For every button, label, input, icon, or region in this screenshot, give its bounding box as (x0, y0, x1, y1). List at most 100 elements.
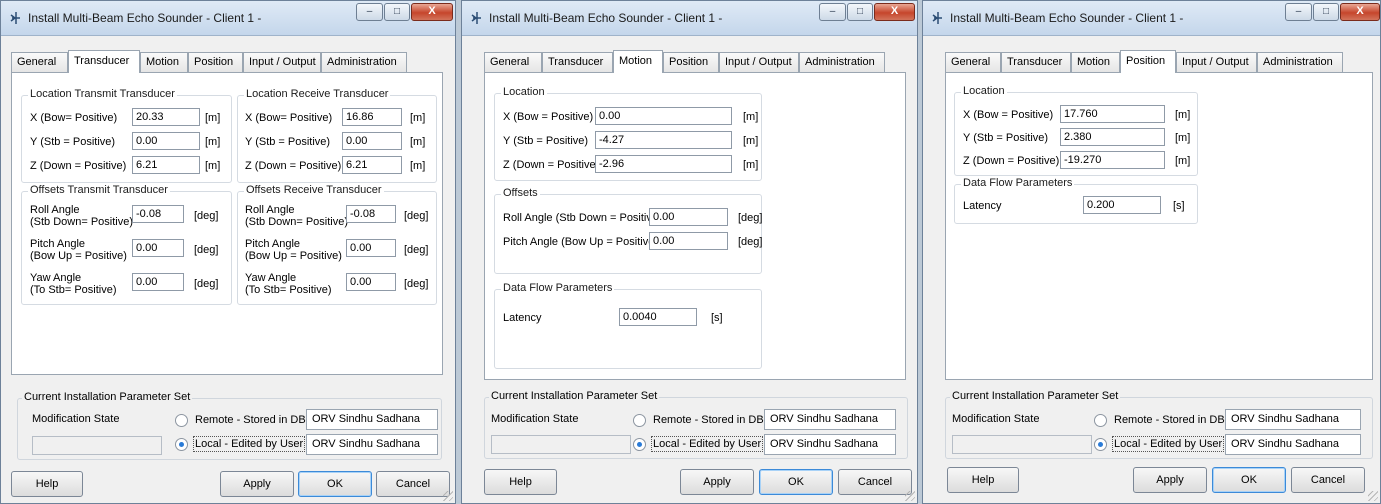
local-radio[interactable] (633, 438, 646, 451)
rx-roll-input[interactable] (346, 205, 396, 223)
tab-motion[interactable]: Motion (613, 50, 663, 73)
tab-administration[interactable]: Administration (1257, 52, 1343, 72)
local-radio-label[interactable]: Local - Edited by User (1111, 436, 1225, 452)
tx-x-input[interactable] (132, 108, 200, 126)
maximize-button[interactable]: □ (847, 3, 873, 21)
motion-roll-input[interactable] (649, 208, 728, 226)
motion-y-input[interactable] (595, 131, 732, 149)
close-button[interactable]: X (1340, 3, 1380, 21)
apply-button[interactable]: Apply (680, 469, 754, 495)
close-button[interactable]: X (411, 3, 453, 21)
location-group: Location X (Bow = Positive) [m] Y (Stb =… (954, 85, 1198, 176)
close-button[interactable]: X (874, 3, 915, 21)
pitch-label: Pitch Angle (245, 238, 301, 250)
apply-button[interactable]: Apply (1133, 467, 1207, 493)
tab-position[interactable]: Position (1120, 50, 1176, 73)
group-title: Current Installation Parameter Set (950, 390, 1121, 402)
tab-general[interactable]: General (945, 52, 1001, 72)
remote-radio[interactable] (633, 414, 646, 427)
tab-transducer[interactable]: Transducer (68, 50, 140, 73)
tab-input-output[interactable]: Input / Output (719, 52, 799, 72)
local-radio[interactable] (175, 438, 188, 451)
unit-label: [deg] (404, 210, 429, 222)
minimize-button[interactable]: – (1285, 3, 1312, 21)
ok-button[interactable]: OK (1212, 467, 1286, 493)
position-y-input[interactable] (1060, 128, 1165, 146)
modification-state-label: Modification State (491, 413, 579, 425)
rx-y-input[interactable] (342, 132, 402, 150)
resize-grip[interactable] (1368, 491, 1378, 501)
tab-transducer[interactable]: Transducer (1001, 52, 1071, 72)
roll-label: Roll Angle (245, 204, 295, 216)
window-title: Install Multi-Beam Echo Sounder - Client… (950, 11, 1184, 25)
rx-x-input[interactable] (342, 108, 402, 126)
unit-label: [deg] (738, 236, 763, 248)
unit-label: [m] (205, 160, 221, 172)
minimize-button[interactable]: – (356, 3, 383, 21)
position-latency-input[interactable] (1083, 196, 1161, 214)
cancel-button[interactable]: Cancel (1291, 467, 1365, 493)
install-dialog-position: Install Multi-Beam Echo Sounder - Client… (922, 0, 1381, 504)
position-x-input[interactable] (1060, 105, 1165, 123)
motion-z-input[interactable] (595, 155, 732, 173)
title-bar[interactable]: Install Multi-Beam Echo Sounder - Client… (462, 1, 917, 36)
tab-input-output[interactable]: Input / Output (243, 52, 321, 72)
tab-input-output[interactable]: Input / Output (1176, 52, 1257, 72)
maximize-button[interactable]: □ (384, 3, 410, 21)
maximize-button[interactable]: □ (1313, 3, 1339, 21)
help-button[interactable]: Help (484, 469, 557, 495)
tab-position[interactable]: Position (663, 52, 719, 72)
minimize-button[interactable]: – (819, 3, 846, 21)
motion-latency-input[interactable] (619, 308, 697, 326)
tx-z-input[interactable] (132, 156, 200, 174)
tx-roll-input[interactable] (132, 205, 184, 223)
y-label: Y (Stb = Positive) (503, 135, 589, 147)
title-bar[interactable]: Install Multi-Beam Echo Sounder - Client… (923, 1, 1380, 36)
remote-radio-label[interactable]: Remote - Stored in DB (653, 414, 764, 426)
tx-yaw-input[interactable] (132, 273, 184, 291)
tab-motion[interactable]: Motion (1071, 52, 1120, 72)
apply-button[interactable]: Apply (220, 471, 294, 497)
local-radio-label[interactable]: Local - Edited by User (192, 436, 306, 452)
remote-radio-label[interactable]: Remote - Stored in DB (195, 414, 306, 426)
data-flow-group: Data Flow Parameters Latency [s] (494, 282, 762, 369)
tx-pitch-input[interactable] (132, 239, 184, 257)
tab-motion[interactable]: Motion (140, 52, 188, 72)
remote-radio[interactable] (175, 414, 188, 427)
unit-label: [m] (410, 136, 426, 148)
tab-general[interactable]: General (484, 52, 542, 72)
motion-x-input[interactable] (595, 107, 732, 125)
tab-administration[interactable]: Administration (799, 52, 885, 72)
remote-radio-label[interactable]: Remote - Stored in DB (1114, 414, 1225, 426)
group-title: Offsets (501, 187, 540, 199)
local-radio-label[interactable]: Local - Edited by User (650, 436, 764, 452)
position-z-input[interactable] (1060, 151, 1165, 169)
latency-label: Latency (503, 312, 542, 324)
rx-yaw-input[interactable] (346, 273, 396, 291)
offsets-group: Offsets Roll Angle (Stb Down = Positive)… (494, 187, 763, 274)
resize-grip[interactable] (905, 491, 915, 501)
title-bar[interactable]: Install Multi-Beam Echo Sounder - Client… (1, 1, 455, 36)
remote-radio[interactable] (1094, 414, 1107, 427)
ok-button[interactable]: OK (759, 469, 833, 495)
x-label: X (Bow = Positive) (503, 111, 594, 123)
tx-y-input[interactable] (132, 132, 200, 150)
group-title: Offsets Transmit Transducer (28, 184, 170, 196)
local-radio[interactable] (1094, 438, 1107, 451)
cancel-button[interactable]: Cancel (838, 469, 912, 495)
resize-grip[interactable] (443, 491, 453, 501)
ok-button[interactable]: OK (298, 471, 372, 497)
rx-z-input[interactable] (342, 156, 402, 174)
tab-general[interactable]: General (11, 52, 68, 72)
modification-state-field (491, 435, 631, 454)
cancel-button[interactable]: Cancel (376, 471, 450, 497)
group-title: Location Transmit Transducer (28, 88, 177, 100)
motion-panel: Location X (Bow = Positive) [m] Y (Stb =… (484, 72, 906, 380)
help-button[interactable]: Help (11, 471, 83, 497)
tab-position[interactable]: Position (188, 52, 243, 72)
motion-pitch-input[interactable] (649, 232, 728, 250)
help-button[interactable]: Help (947, 467, 1019, 493)
tab-transducer[interactable]: Transducer (542, 52, 613, 72)
tab-administration[interactable]: Administration (321, 52, 407, 72)
rx-pitch-input[interactable] (346, 239, 396, 257)
